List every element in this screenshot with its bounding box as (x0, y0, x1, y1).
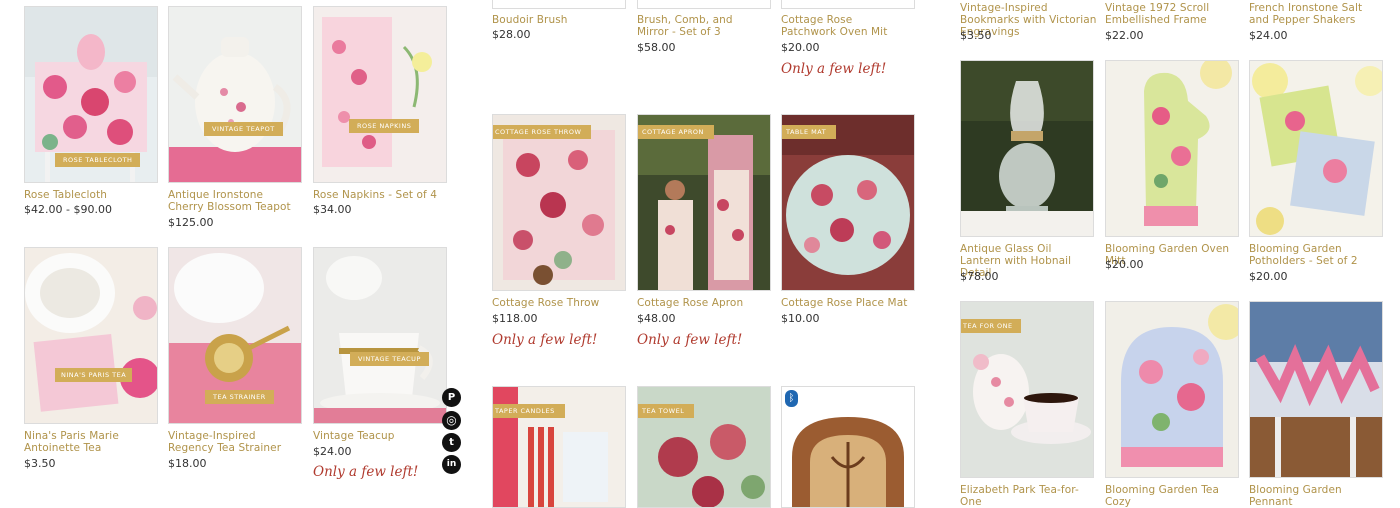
product-name-rose-tablecloth[interactable]: Rose Tablecloth (24, 189, 158, 201)
image-banner: VINTAGE TEAPOT (204, 122, 283, 136)
product-price-oil-lantern: $78.00 (960, 270, 999, 283)
product-image-brush-comb-mirror[interactable] (637, 0, 771, 9)
product-name-brush-comb-mirror[interactable]: Brush, Comb, and Mirror - Set of 3 (637, 14, 765, 38)
product-image-radio[interactable]: ᛒ (781, 386, 915, 508)
product-name-paris-tea[interactable]: Nina's Paris Marie Antoinette Tea (24, 430, 158, 454)
product-image-paris-tea[interactable]: NINA'S PARIS TEA (24, 247, 158, 424)
product-image-tea-cozy[interactable] (1105, 301, 1239, 478)
product-price-oven-mitt: $20.00 (1105, 258, 1144, 271)
product-image-oven-mitt[interactable] (1105, 60, 1239, 237)
pinterest-icon[interactable]: P (442, 388, 461, 407)
product-price-patchwork-mitt: $20.00 (781, 41, 820, 54)
product-name-scroll-frame[interactable]: Vintage 1972 Scroll Embellished Frame (1105, 2, 1215, 26)
product-image-rose-tablecloth[interactable]: ROSE TABLECLOTH (24, 6, 158, 183)
product-image-tea-for-one[interactable]: TEA FOR ONE (960, 301, 1094, 478)
product-price-cottage-throw: $118.00 (492, 312, 538, 325)
image-banner: NINA'S PARIS TEA (55, 368, 133, 382)
product-name-tea-strainer[interactable]: Vintage-Inspired Regency Tea Strainer (168, 430, 302, 454)
product-name-cottage-apron[interactable]: Cottage Rose Apron (637, 297, 771, 309)
product-name-boudoir-brush[interactable]: Boudoir Brush (492, 14, 626, 26)
low-stock-notice: Only a few left! (637, 332, 743, 348)
product-image-oil-lantern[interactable] (960, 60, 1094, 237)
product-name-salt-pepper[interactable]: French Ironstone Salt and Pepper Shakers (1249, 2, 1383, 26)
product-price-cottage-placemat: $10.00 (781, 312, 820, 325)
image-banner: ROSE TABLECLOTH (55, 153, 141, 167)
product-image-cottage-throw[interactable]: COTTAGE ROSE THROW (492, 114, 626, 291)
product-image-ironstone-teapot[interactable]: VINTAGE TEAPOT (168, 6, 302, 183)
bluetooth-icon: ᛒ (785, 390, 798, 407)
product-name-tea-for-one[interactable]: Elizabeth Park Tea-for-One (960, 484, 1094, 508)
tumblr-icon[interactable]: t (442, 433, 461, 452)
product-name-potholders[interactable]: Blooming Garden Potholders - Set of 2 (1249, 243, 1383, 267)
instagram-icon[interactable]: ◎ (442, 411, 461, 430)
product-name-tea-cozy[interactable]: Blooming Garden Tea Cozy (1105, 484, 1239, 508)
product-name-vintage-teacup[interactable]: Vintage Teacup (313, 430, 447, 442)
low-stock-notice: Only a few left! (492, 332, 598, 348)
product-image-taper-candles[interactable]: TAPER CANDLES (492, 386, 626, 508)
linkedin-icon[interactable]: in (442, 455, 461, 474)
product-image-pennant[interactable] (1249, 301, 1383, 478)
product-name-patchwork-mitt[interactable]: Cottage Rose Patchwork Oven Mit (781, 14, 901, 38)
product-price-scroll-frame: $22.00 (1105, 29, 1144, 42)
product-image-tea-strainer[interactable]: TEA STRAINER (168, 247, 302, 424)
product-image-cottage-placemat[interactable]: TABLE MAT (781, 114, 915, 291)
product-name-cottage-throw[interactable]: Cottage Rose Throw (492, 297, 626, 309)
image-banner: VINTAGE TEACUP (350, 352, 429, 366)
product-name-cottage-placemat[interactable]: Cottage Rose Place Mat (781, 297, 915, 309)
product-image-patchwork-mitt[interactable] (781, 0, 915, 9)
image-banner: ROSE NAPKINS (349, 119, 420, 133)
image-banner: COTTAGE APRON (638, 125, 714, 139)
product-price-boudoir-brush: $28.00 (492, 28, 531, 41)
product-price-tea-strainer: $18.00 (168, 457, 207, 470)
image-banner: TAPER CANDLES (493, 404, 565, 418)
product-image-boudoir-brush[interactable] (492, 0, 626, 9)
product-name-ironstone-teapot[interactable]: Antique Ironstone Cherry Blossom Teapot (168, 189, 302, 213)
product-image-cottage-apron[interactable]: COTTAGE APRON (637, 114, 771, 291)
product-price-cottage-apron: $48.00 (637, 312, 676, 325)
product-price-potholders: $20.00 (1249, 270, 1288, 283)
product-price-paris-tea: $3.50 (24, 457, 56, 470)
product-image-potholders[interactable] (1249, 60, 1383, 237)
product-image-rose-napkins[interactable]: ROSE NAPKINS (313, 6, 447, 183)
product-price-ironstone-teapot: $125.00 (168, 216, 214, 229)
image-banner: TEA FOR ONE (961, 319, 1021, 333)
image-banner: TEA TOWEL (638, 404, 695, 418)
image-banner: TABLE MAT (782, 125, 837, 139)
image-banner: TEA STRAINER (205, 390, 274, 404)
low-stock-notice: Only a few left! (781, 61, 887, 77)
product-price-vintage-teacup: $24.00 (313, 445, 352, 458)
low-stock-notice: Only a few left! (313, 464, 419, 480)
product-price-brush-comb-mirror: $58.00 (637, 41, 676, 54)
product-price-rose-tablecloth: $42.00 - $90.00 (24, 203, 112, 216)
product-name-pennant[interactable]: Blooming Garden Pennant (1249, 484, 1383, 508)
product-image-vintage-teacup[interactable]: VINTAGE TEACUP (313, 247, 447, 424)
image-banner: COTTAGE ROSE THROW (493, 125, 592, 139)
product-price-rose-napkins: $34.00 (313, 203, 352, 216)
product-image-tea-towel[interactable]: TEA TOWEL (637, 386, 771, 508)
product-name-rose-napkins[interactable]: Rose Napkins - Set of 4 (313, 189, 447, 201)
product-price-salt-pepper: $24.00 (1249, 29, 1288, 42)
product-price-bookmarks: $3.50 (960, 29, 992, 42)
